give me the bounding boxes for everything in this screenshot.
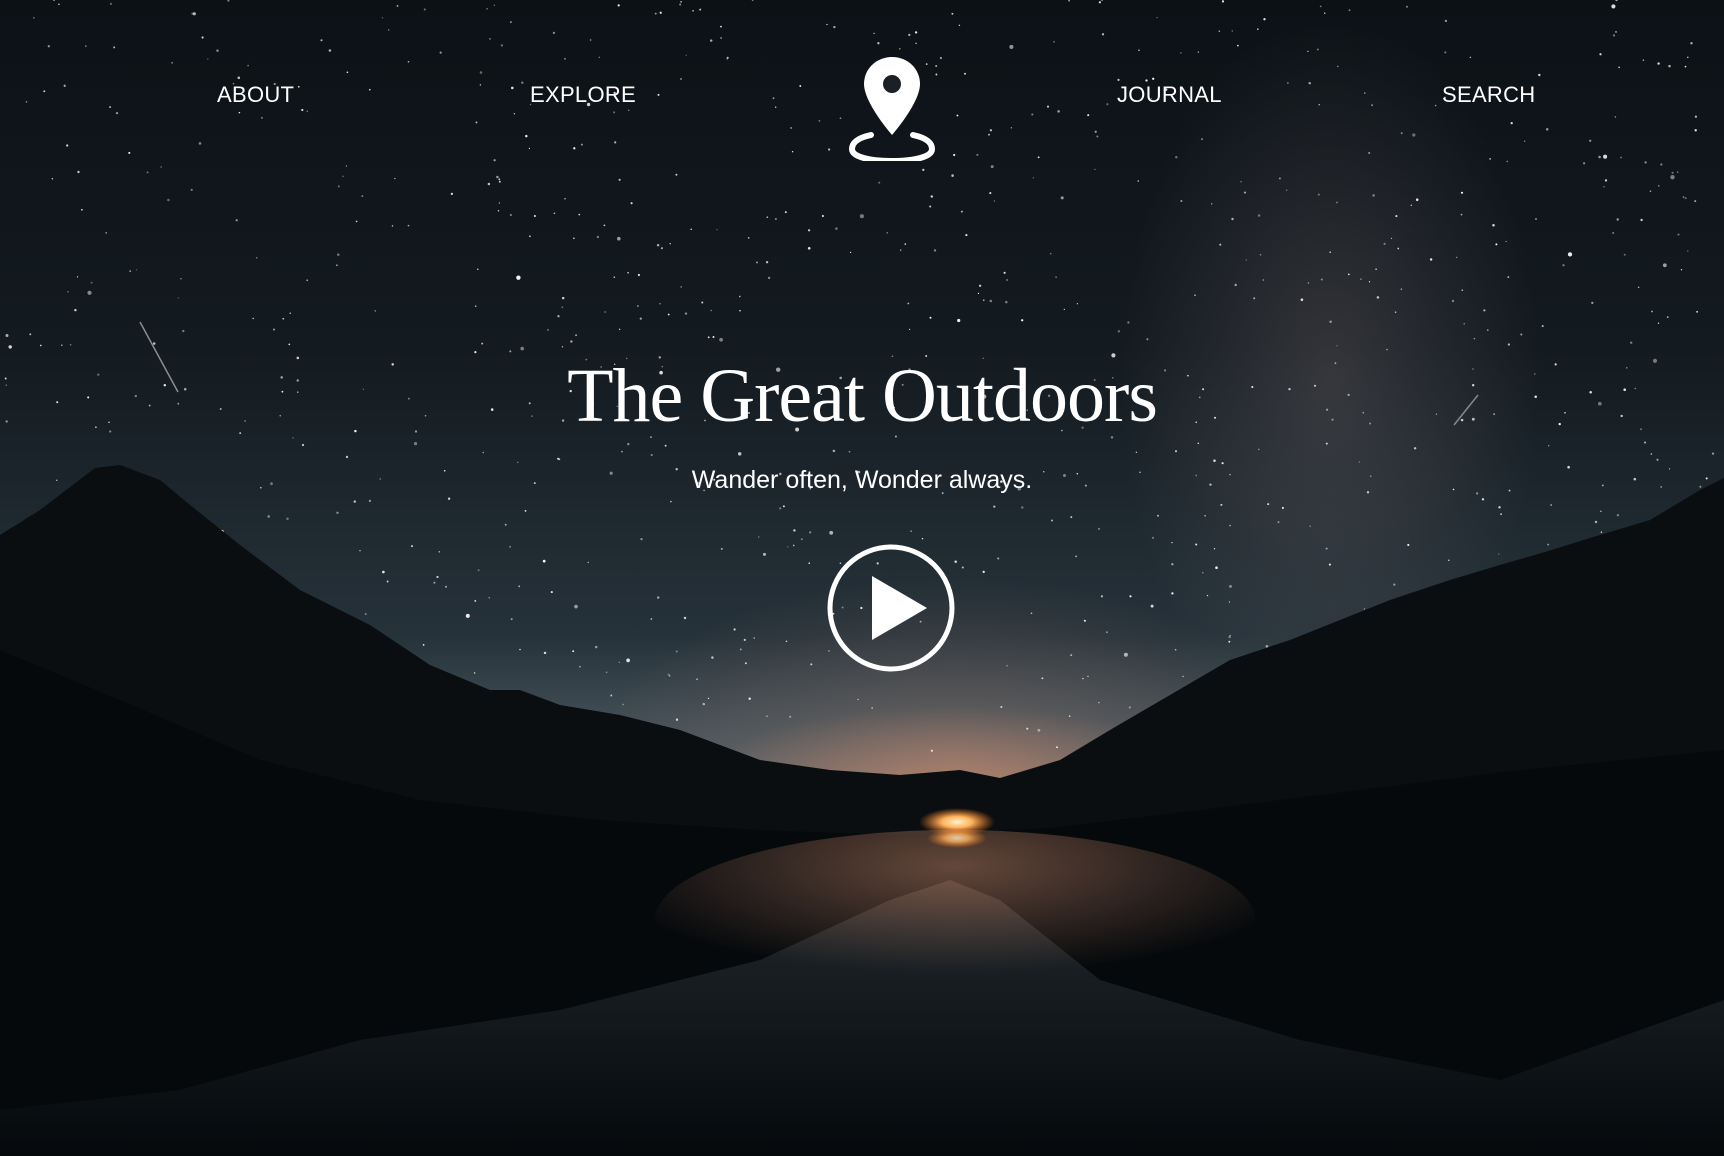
nav-journal[interactable]: JOURNAL bbox=[1117, 82, 1222, 108]
hero-section: ABOUT EXPLORE JOURNAL SEARCH The Great O… bbox=[0, 0, 1724, 1156]
nav-about[interactable]: ABOUT bbox=[217, 82, 294, 108]
nav-search[interactable]: SEARCH bbox=[1442, 82, 1536, 108]
location-pin-icon[interactable] bbox=[849, 55, 935, 161]
nav-explore[interactable]: EXPLORE bbox=[530, 82, 636, 108]
hero-title: The Great Outdoors bbox=[567, 354, 1158, 438]
play-circle-icon[interactable] bbox=[826, 543, 956, 673]
hero-subtitle: Wander often, Wonder always. bbox=[691, 466, 1033, 494]
